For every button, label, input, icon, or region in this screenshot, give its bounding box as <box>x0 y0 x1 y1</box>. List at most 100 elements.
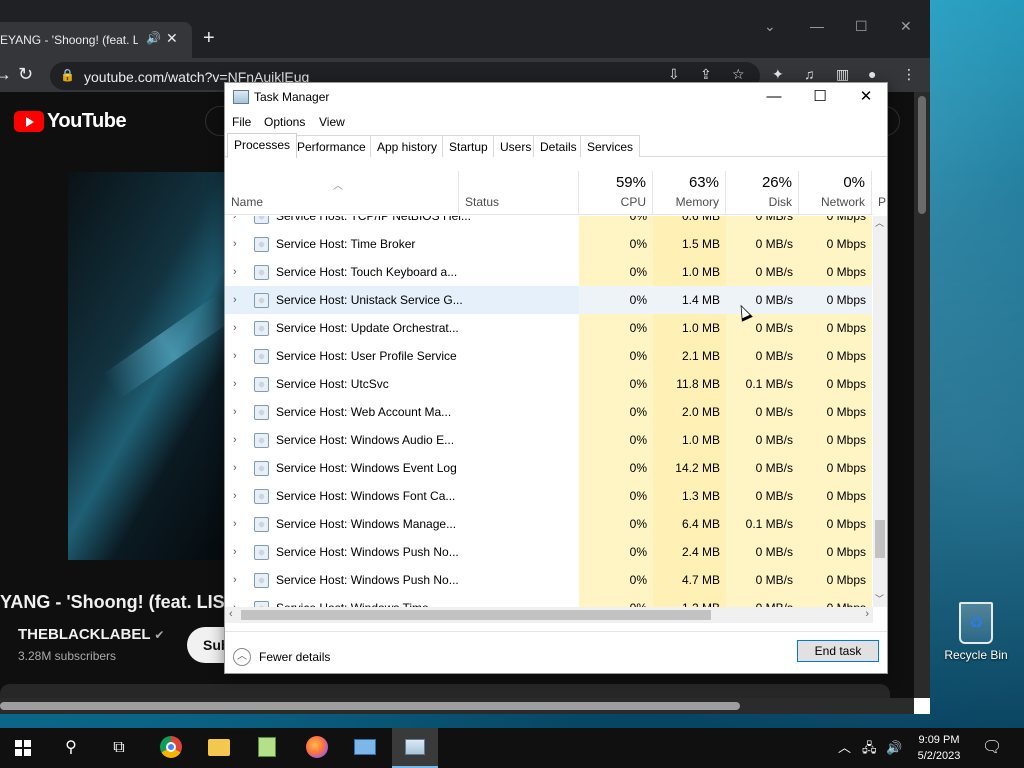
minimize-icon[interactable]: — <box>810 18 824 34</box>
network-computer-icon[interactable] <box>342 728 388 768</box>
expand-chevron-icon[interactable]: › <box>233 258 237 286</box>
column-network[interactable]: 0% Network <box>799 171 872 215</box>
browser-tab[interactable]: EYANG - 'Shoong! (feat. LI 🔊 ✕ <box>0 22 192 58</box>
process-row[interactable]: › Service Host: Windows Manage... 0% 6.4 MB… <box>225 510 873 538</box>
network-status-icon[interactable]: 🖧 <box>862 728 877 768</box>
process-row[interactable]: › Service Host: Web Account Ma... 0% 2.0 MB… <box>225 398 873 426</box>
menu-view[interactable]: View <box>319 115 345 129</box>
tab-app-history[interactable]: App history <box>370 135 445 157</box>
expand-chevron-icon[interactable]: › <box>233 510 237 538</box>
column-cpu[interactable]: 59% CPU <box>579 171 653 215</box>
fewer-details-link[interactable]: Fewer details <box>259 650 330 664</box>
video-player[interactable] <box>68 172 234 560</box>
expand-chevron-icon[interactable]: › <box>233 566 237 594</box>
column-status[interactable]: Status <box>459 171 579 215</box>
scrollbar-thumb[interactable] <box>0 702 740 710</box>
expand-chevron-icon[interactable]: › <box>233 342 237 370</box>
tab-processes[interactable]: Processes <box>227 133 298 158</box>
column-memory[interactable]: 63% Memory <box>653 171 726 215</box>
close-window-icon[interactable]: ✕ <box>900 18 912 35</box>
maximize-icon[interactable]: ☐ <box>797 86 843 110</box>
process-row[interactable]: › Service Host: TCP/IP NetBIOS Hel... 0% 0.… <box>225 216 873 230</box>
notepad-plus-plus-icon[interactable] <box>244 728 290 768</box>
channel-name[interactable]: THEBLACKLABEL ✔ <box>18 626 164 643</box>
task-manager-icon[interactable] <box>392 728 438 768</box>
new-tab-button[interactable]: + <box>203 28 215 48</box>
tab-performance[interactable]: Performance <box>290 135 373 157</box>
expand-chevron-icon[interactable]: › <box>233 538 237 566</box>
volume-icon[interactable]: 🔊 <box>886 728 902 768</box>
expand-chevron-icon[interactable]: › <box>233 314 237 342</box>
process-row[interactable]: › Service Host: Time Broker 0% 1.5 MB 0 MB/s… <box>225 230 873 258</box>
scroll-right-icon[interactable]: › <box>865 608 869 620</box>
process-row[interactable]: › Service Host: Windows Push No... 0% 2.4 M… <box>225 538 873 566</box>
minimize-icon[interactable]: — <box>751 86 797 110</box>
column-disk[interactable]: 26% Disk <box>726 171 799 215</box>
search-icon[interactable]: ⚲ <box>48 728 94 768</box>
chrome-vertical-scrollbar[interactable] <box>914 92 930 714</box>
expand-chevron-icon[interactable]: › <box>233 398 237 426</box>
chrome-menu-icon[interactable]: ⋮ <box>902 66 916 83</box>
expand-chevron-icon[interactable]: › <box>233 370 237 398</box>
media-control-icon[interactable]: ♫ <box>804 66 815 82</box>
process-list-vertical-scrollbar[interactable]: ︿ ﹀ <box>873 216 887 607</box>
menu-options[interactable]: Options <box>264 115 305 129</box>
start-button[interactable] <box>0 728 46 768</box>
close-icon[interactable]: ✕ <box>843 86 889 110</box>
expand-chevron-icon[interactable]: › <box>233 594 237 607</box>
reload-icon[interactable]: ↻ <box>18 64 33 85</box>
process-row[interactable]: › Service Host: User Profile Service 0% 2.1… <box>225 342 873 370</box>
maximize-icon[interactable]: ☐ <box>855 18 868 35</box>
close-tab-icon[interactable]: ✕ <box>166 30 178 47</box>
process-list-horizontal-scrollbar[interactable]: ‹ › <box>225 607 873 623</box>
process-row[interactable]: › Service Host: Windows Audio E... 0% 1.0 M… <box>225 426 873 454</box>
process-row[interactable]: › Service Host: Update Orchestrat... 0% 1.0… <box>225 314 873 342</box>
expand-chevron-icon[interactable]: › <box>233 482 237 510</box>
youtube-logo[interactable]: YouTube <box>14 110 127 133</box>
scroll-down-icon[interactable]: ﹀ <box>875 592 884 605</box>
audio-playing-icon[interactable]: 🔊 <box>146 31 161 45</box>
process-row[interactable]: › Service Host: Unistack Service G... 0% 1.… <box>225 286 873 314</box>
extensions-icon[interactable]: ✦ <box>772 66 784 83</box>
install-icon[interactable]: ⇩ <box>668 66 680 83</box>
share-icon[interactable]: ⇪ <box>700 66 712 83</box>
task-view-icon[interactable]: ⧉ <box>96 728 142 768</box>
scrollbar-thumb[interactable] <box>241 610 711 620</box>
expand-chevron-icon[interactable]: › <box>233 454 237 482</box>
chevron-up-icon[interactable]: ︿ <box>233 648 251 666</box>
menu-file[interactable]: File <box>232 115 251 129</box>
chrome-icon[interactable] <box>148 728 194 768</box>
tab-startup[interactable]: Startup <box>442 135 495 157</box>
expand-chevron-icon[interactable]: › <box>233 216 237 230</box>
column-name[interactable]: ︿ Name <box>225 171 459 215</box>
firefox-icon[interactable] <box>294 728 340 768</box>
process-row[interactable]: › Service Host: Touch Keyboard a... 0% 1.0 … <box>225 258 873 286</box>
process-row[interactable]: › Service Host: Windows Push No... 0% 4.7 M… <box>225 566 873 594</box>
system-clock[interactable]: 9:09 PM 5/2/2023 <box>912 732 966 764</box>
scroll-left-icon[interactable]: ‹ <box>229 608 233 620</box>
expand-chevron-icon[interactable]: › <box>233 286 237 314</box>
notifications-icon[interactable]: 🗨 <box>982 728 1002 768</box>
back-icon[interactable]: → <box>0 64 12 85</box>
show-hidden-icons-icon[interactable]: ︿ <box>838 728 851 768</box>
scrollbar-thumb[interactable] <box>918 96 926 214</box>
process-row[interactable]: › Service Host: Windows Event Log 0% 14.2 M… <box>225 454 873 482</box>
chrome-horizontal-scrollbar[interactable] <box>0 698 914 714</box>
expand-chevron-icon[interactable]: › <box>233 426 237 454</box>
expand-chevron-icon[interactable]: › <box>233 230 237 258</box>
tab-users[interactable]: Users <box>493 135 539 157</box>
side-panel-icon[interactable]: ▥ <box>836 66 849 83</box>
lock-icon[interactable]: 🔒 <box>60 68 75 82</box>
scrollbar-thumb[interactable] <box>875 520 885 558</box>
bookmark-star-icon[interactable]: ☆ <box>732 66 745 83</box>
tab-details[interactable]: Details <box>533 135 584 157</box>
process-row[interactable]: › Service Host: UtcSvc 0% 11.8 MB 0.1 MB/s 0 … <box>225 370 873 398</box>
tab-services[interactable]: Services <box>580 135 641 157</box>
tab-search-icon[interactable]: ⌄ <box>764 18 776 35</box>
end-task-button[interactable]: End task <box>797 640 879 662</box>
process-row[interactable]: › Service Host: Windows Time 0%1.2 MB0 MB/… <box>225 594 873 607</box>
process-row[interactable]: › Service Host: Windows Font Ca... 0% 1.3 M… <box>225 482 873 510</box>
profile-icon[interactable]: ● <box>868 66 876 82</box>
task-manager-titlebar[interactable]: Task Manager — ☐ ✕ <box>225 83 887 111</box>
scroll-up-icon[interactable]: ︿ <box>875 216 884 229</box>
